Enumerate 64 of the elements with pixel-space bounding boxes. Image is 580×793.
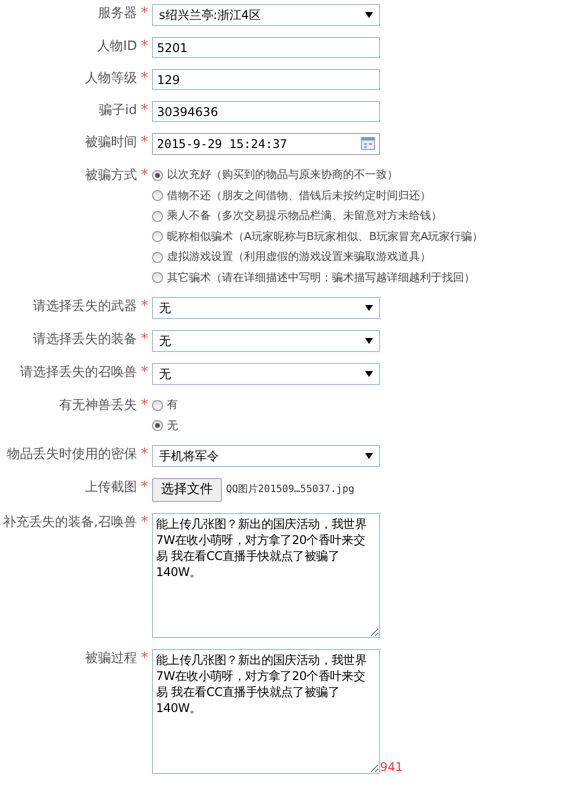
field-label: 请选择丢失的召唤兽	[19, 364, 137, 382]
caret-icon	[365, 338, 373, 344]
radio-label[interactable]: 其它骗术（请在详细描述中写明；骗术描写越详细越利于找回）	[167, 270, 475, 286]
field-label: 物品丢失时使用的密保	[6, 446, 137, 464]
field-label: 被骗过程	[84, 650, 137, 668]
caret-icon	[365, 12, 373, 18]
calendar-icon[interactable]	[361, 137, 375, 150]
caret-icon	[365, 371, 373, 377]
text-area[interactable]: 能上传几张图？新出的国庆活动，我世界7W在收小萌呀，对方拿了20个香叶来交易 我在看CC直播手快就点了被骗了140W。	[152, 648, 380, 774]
field-label: 服务器	[97, 5, 137, 23]
radio-button[interactable]	[152, 170, 163, 181]
required-mark: *	[140, 133, 149, 151]
radio-label[interactable]: 昵称相似骗术（A玩家昵称与B玩家相似、B玩家冒充A玩家行骗）	[167, 228, 484, 245]
radio-button[interactable]	[152, 252, 163, 263]
field-label: 请选择丢失的装备	[32, 331, 137, 349]
caret-icon	[365, 305, 373, 311]
radio-button[interactable]	[152, 272, 163, 284]
required-mark: *	[140, 478, 149, 496]
field-label: 补充丢失的装备,召唤兽	[2, 514, 137, 532]
field-label: 人物ID	[96, 38, 137, 56]
text-area[interactable]: 能上传几张图？新出的国庆活动，我世界7W在收小萌呀，对方拿了20个香叶来交易 我在看CC直播手快就点了被骗了140W。	[152, 512, 380, 638]
radio-label[interactable]: 乘人不备（多次交易提示物品栏满、未留意对方未给钱）	[167, 208, 442, 224]
text-field[interactable]: 129	[152, 69, 380, 90]
choose-file-button[interactable]: 选择文件	[152, 478, 222, 502]
required-mark: *	[140, 445, 149, 463]
radio-label[interactable]: 无	[167, 418, 178, 434]
required-mark: *	[140, 297, 149, 315]
field-label: 请选择丢失的武器	[32, 298, 137, 316]
dropdown[interactable]: 无	[152, 330, 380, 352]
radio-label[interactable]: 借物不还（朋友之间借物、借钱后未按约定时间归还）	[167, 188, 431, 204]
dropdown[interactable]: s绍兴兰亭:浙江4区	[152, 4, 380, 26]
caret-icon	[365, 453, 373, 459]
radio-label[interactable]: 虚拟游戏设置（利用虚假的游戏设置来骗取游戏道具）	[167, 249, 431, 266]
radio-button[interactable]	[152, 190, 163, 202]
dropdown[interactable]: 手机将军令	[152, 445, 380, 467]
required-mark: *	[140, 396, 149, 414]
radio-label[interactable]: 有	[167, 397, 178, 414]
text-field[interactable]: 30394636	[152, 101, 380, 122]
required-mark: *	[140, 166, 149, 184]
dropdown[interactable]: 无	[152, 363, 380, 385]
radio-button[interactable]	[152, 400, 163, 411]
required-mark: *	[140, 4, 149, 22]
dropdown[interactable]: 无	[152, 297, 380, 319]
required-mark: *	[140, 330, 149, 348]
date-time-field[interactable]: 2015-9-29 15:24:37	[152, 133, 380, 155]
field-label: 被骗方式	[84, 167, 137, 185]
field-label: 有无神兽丢失	[58, 397, 137, 415]
radio-button[interactable]	[152, 231, 163, 242]
field-label: 骗子id	[98, 102, 137, 120]
field-label: 被骗时间	[84, 134, 137, 152]
required-mark: *	[140, 37, 149, 55]
character-count: 941	[380, 760, 403, 774]
text-field[interactable]: 5201	[152, 37, 380, 58]
radio-label[interactable]: 以次充好（购买到的物品与原来协商的不一致）	[167, 167, 398, 184]
required-mark: *	[140, 69, 149, 87]
required-mark: *	[140, 512, 149, 530]
field-label: 上传截图	[84, 479, 137, 497]
required-mark: *	[140, 101, 149, 119]
field-label: 人物等级	[84, 70, 137, 88]
radio-button[interactable]	[152, 420, 163, 432]
radio-button[interactable]	[152, 210, 163, 222]
required-mark: *	[140, 648, 149, 666]
file-name: QQ图片201509…55037.jpg	[226, 482, 354, 498]
required-mark: *	[140, 363, 149, 381]
